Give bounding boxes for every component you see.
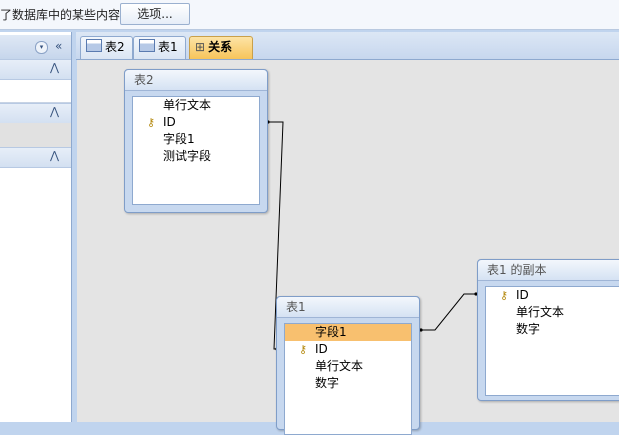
field-name: 单行文本: [516, 305, 565, 319]
key-icon: ⚷: [147, 116, 156, 129]
field-name: 单行文本: [163, 98, 212, 112]
field-row[interactable]: 数字: [486, 321, 619, 338]
document-tabs: 表2 表1 ⊞ 关系: [76, 32, 619, 60]
field-list: 字段1 ⚷ ID 单行文本 数字: [284, 323, 412, 435]
table-box-table1[interactable]: 表1 字段1 ⚷ ID 单行文本 数字: [276, 296, 420, 435]
table-box-table2[interactable]: 表2 单行文本 ⚷ ID 字段1 测试字段: [124, 69, 268, 213]
field-row[interactable]: ⚷ ID: [133, 114, 259, 131]
tab-table1[interactable]: 表1: [133, 36, 186, 59]
group-collapse-icon[interactable]: ⋀: [50, 61, 59, 74]
nav-group-header[interactable]: ⋀: [0, 59, 71, 80]
nav-group-header[interactable]: ⋀: [0, 147, 71, 168]
field-list: ⚷ ID 单行文本 数字: [485, 286, 619, 396]
nav-pane-header: ▾ «: [0, 35, 71, 60]
key-icon: ⚷: [500, 289, 509, 302]
field-row[interactable]: ⚷ ID: [486, 287, 619, 304]
relationships-icon: ⊞: [195, 40, 206, 54]
field-name: 数字: [315, 376, 340, 390]
group-collapse-icon[interactable]: ⋀: [50, 105, 59, 118]
field-name: 测试字段: [163, 149, 212, 163]
tab-label: 关系: [208, 40, 233, 54]
field-row[interactable]: 数字: [285, 375, 411, 392]
tab-label: 表2: [105, 40, 125, 54]
table-icon: [86, 39, 102, 52]
table-title[interactable]: 表2: [125, 70, 267, 91]
field-row[interactable]: 单行文本: [486, 304, 619, 321]
field-row-selected[interactable]: 字段1: [285, 324, 411, 341]
field-name: 单行文本: [315, 359, 364, 373]
field-name: ID: [163, 115, 176, 129]
field-row[interactable]: 测试字段: [133, 148, 259, 165]
group-collapse-icon[interactable]: ⋀: [50, 149, 59, 162]
field-name: 字段1: [163, 132, 195, 146]
field-name: 字段1: [315, 325, 347, 339]
field-name: ID: [315, 342, 328, 356]
field-row[interactable]: 单行文本: [285, 358, 411, 375]
field-name: ID: [516, 288, 529, 302]
field-list: 单行文本 ⚷ ID 字段1 测试字段: [132, 96, 260, 205]
table-box-table1-copy[interactable]: 表1 的副本 ⚷ ID 单行文本 数字: [477, 259, 619, 401]
tab-label: 表1: [158, 40, 178, 54]
field-row[interactable]: ⚷ ID: [285, 341, 411, 358]
options-button[interactable]: 选项...: [120, 3, 190, 25]
field-row[interactable]: 字段1: [133, 131, 259, 148]
table-title[interactable]: 表1 的副本: [478, 260, 619, 281]
nav-item[interactable]: [0, 123, 71, 147]
field-row[interactable]: 单行文本: [133, 97, 259, 114]
nav-dropdown-icon[interactable]: ▾: [35, 41, 48, 54]
tab-relationships[interactable]: ⊞ 关系: [189, 36, 253, 59]
security-bar: 了数据库中的某些内容 选项...: [0, 0, 619, 30]
relationships-canvas[interactable]: 表2 单行文本 ⚷ ID 字段1 测试字段 表1 字段1 ⚷ ID 单行文本 数字 …: [77, 60, 619, 435]
navigation-pane: ▾ « ⋀ ⋀ ⋀: [0, 32, 72, 422]
nav-group-header[interactable]: ⋀: [0, 103, 71, 124]
security-message: 了数据库中的某些内容: [0, 8, 121, 22]
field-name: 数字: [516, 322, 541, 336]
nav-collapse-icon[interactable]: «: [55, 39, 62, 53]
key-icon: ⚷: [299, 343, 308, 356]
tab-table2[interactable]: 表2: [80, 36, 133, 59]
table-title[interactable]: 表1: [277, 297, 419, 318]
table-icon: [139, 39, 155, 52]
relationship-line-table1-copy[interactable]: [420, 293, 477, 331]
